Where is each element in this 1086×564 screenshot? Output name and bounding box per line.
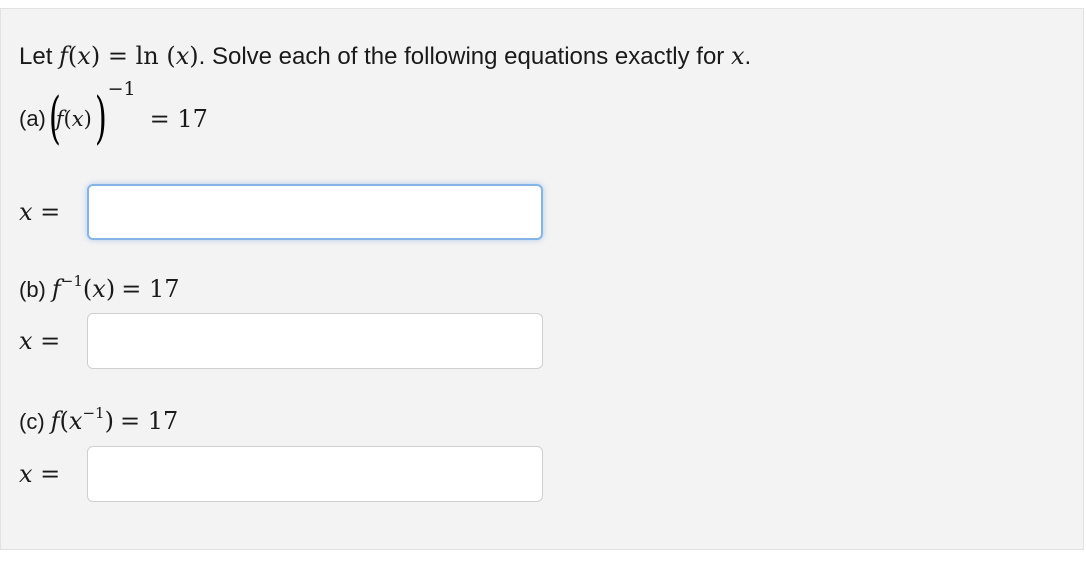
part-a-exponent: −1: [107, 77, 136, 100]
part-b-answer-input[interactable]: [87, 313, 543, 369]
part-a-answer-input[interactable]: [87, 184, 543, 240]
part-a-equation: (a) (f(x))−1 = 17: [19, 77, 208, 151]
part-c-equation: (c) f(x−1) = 17: [19, 404, 179, 435]
problem-statement: Let f(x) = ln (x). Solve each of the fol…: [19, 42, 752, 70]
part-a-rhs: = 17: [149, 105, 208, 133]
part-a-answer-label: x =: [19, 198, 61, 226]
part-b-answer-label: x =: [19, 327, 61, 355]
part-b-exponent: −1: [60, 272, 83, 290]
intro-suffix: . Solve each of the following equations …: [198, 43, 731, 70]
part-a-label: (a): [19, 106, 46, 131]
part-c-exponent: −1: [82, 404, 105, 422]
part-c-label: (c): [19, 409, 45, 434]
part-b-func: f: [51, 275, 61, 303]
intro-eq: ) =: [90, 42, 136, 70]
part-b-answer-row: x =: [19, 313, 543, 369]
intro-x: x: [77, 42, 91, 70]
part-b-var: x: [92, 275, 106, 303]
intro-f: f: [59, 42, 68, 70]
part-c-answer-label: x =: [19, 460, 61, 488]
part-c-rhs: = 17: [119, 407, 179, 435]
part-a-answer-row: x =: [19, 184, 543, 240]
intro-ln: ln: [135, 42, 159, 70]
question-panel: Let f(x) = ln (x). Solve each of the fol…: [0, 8, 1084, 550]
part-c-answer-input[interactable]: [87, 446, 543, 502]
part-a-var: x: [71, 107, 84, 131]
part-b-equation: (b) f−1(x) = 17: [19, 272, 180, 303]
part-b-rhs: = 17: [121, 275, 180, 303]
intro-prefix: Let: [19, 43, 60, 70]
part-c-var: x: [68, 407, 83, 435]
part-c-answer-row: x =: [19, 446, 543, 502]
part-b-label: (b): [19, 277, 46, 302]
part-c-func: f: [50, 407, 60, 435]
